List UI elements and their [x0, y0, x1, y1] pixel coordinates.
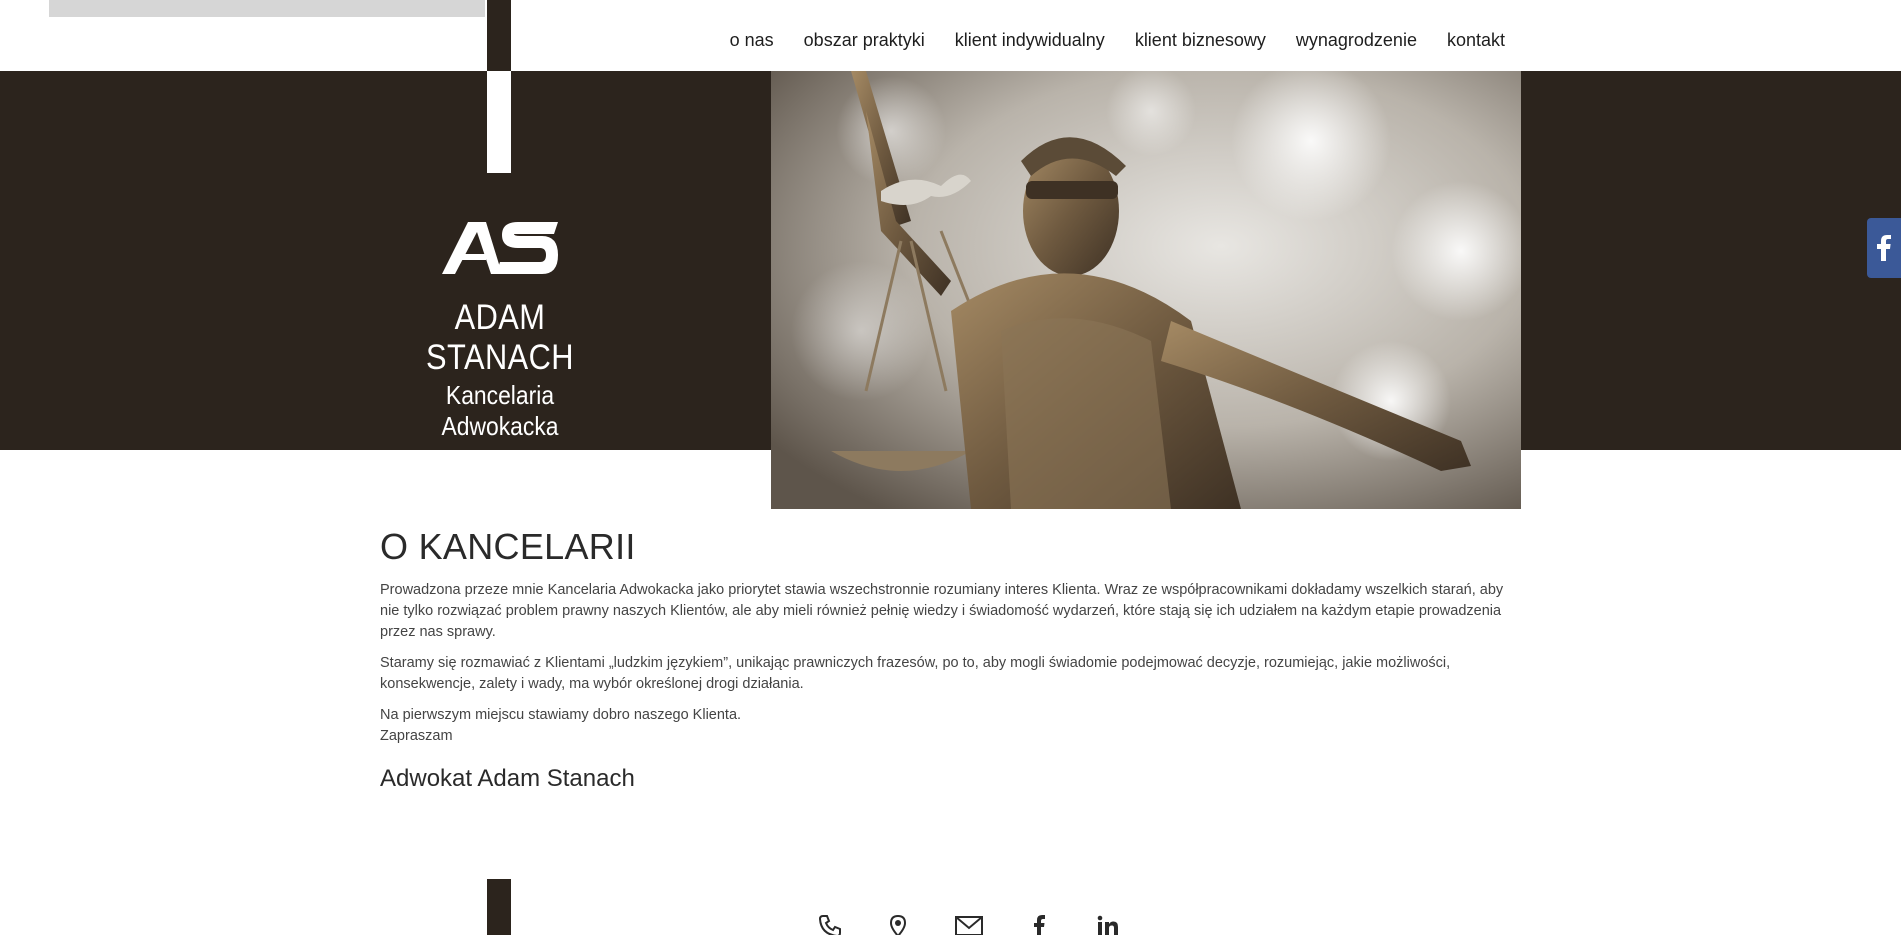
nav-item-obszar-praktyki[interactable]: obszar praktyki: [804, 30, 925, 51]
linkedin-icon[interactable]: [1096, 914, 1120, 935]
signature: Adwokat Adam Stanach: [380, 765, 635, 792]
facebook-icon: [1877, 235, 1891, 261]
about-paragraph-2: Staramy się rozmawiać z Klientami „ludzk…: [380, 655, 1451, 692]
page-title: O KANCELARII: [380, 526, 636, 567]
about-paragraph-3: Na pierwszym miejscu stawiamy dobro nasz…: [380, 707, 742, 723]
justice-statue-image: [771, 71, 1521, 509]
logo-name: ADAM STANACH: [426, 298, 574, 377]
location-pin-icon[interactable]: [886, 914, 910, 935]
facebook-side-tab[interactable]: [1867, 218, 1901, 278]
as-logo-mark: [442, 222, 558, 274]
about-paragraph-4: Zapraszam: [380, 728, 453, 744]
phone-icon[interactable]: [818, 914, 842, 935]
nav-item-kontakt[interactable]: kontakt: [1447, 30, 1505, 51]
nav-item-o-nas[interactable]: o nas: [730, 30, 774, 51]
about-section: O KANCELARII Prowadzona przeze mnie Kanc…: [380, 526, 1520, 793]
envelope-icon[interactable]: [954, 914, 984, 935]
nav-item-klient-biznesowy[interactable]: klient biznesowy: [1135, 30, 1266, 51]
nav-item-klient-indywidualny[interactable]: klient indywidualny: [955, 30, 1105, 51]
footer-contact-icons: [818, 914, 1120, 935]
top-decorative-bar: [487, 0, 511, 71]
nav-item-wynagrodzenie[interactable]: wynagrodzenie: [1296, 30, 1417, 51]
top-grey-strip: [49, 0, 485, 17]
site-logo[interactable]: ADAM STANACH Kancelaria Adwokacka: [380, 222, 620, 442]
about-paragraph-1: Prowadzona przeze mnie Kancelaria Adwoka…: [380, 582, 1504, 640]
hero-decorative-bar: [487, 71, 511, 173]
main-navigation: o nas obszar praktyki klient indywidualn…: [730, 30, 1505, 51]
logo-subtitle: Kancelaria Adwokacka: [441, 380, 559, 441]
facebook-footer-icon[interactable]: [1028, 914, 1052, 935]
footer-decorative-bar: [487, 879, 511, 935]
